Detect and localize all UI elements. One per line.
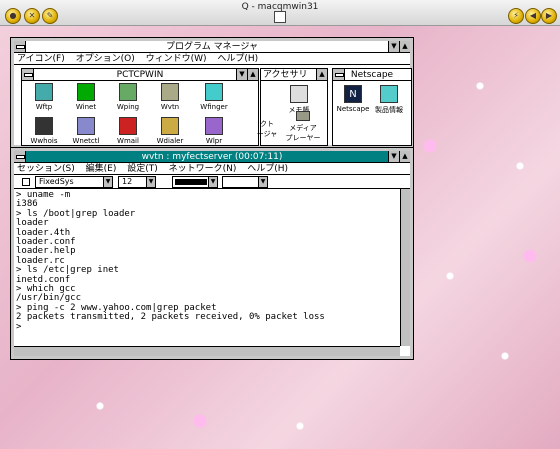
winet-icon[interactable]: Winet: [66, 83, 106, 111]
chevron-down-icon[interactable]: ▼: [146, 177, 155, 187]
minimize-button[interactable]: ▼: [388, 41, 399, 52]
terminal-vertical-scrollbar[interactable]: [400, 189, 410, 346]
cardfile-icon[interactable]: クト ージャ: [247, 119, 287, 139]
wvtn-icon[interactable]: Wvtn: [150, 83, 190, 111]
maximize-button[interactable]: ▲: [399, 41, 410, 52]
program-manager-caption[interactable]: プログラム マネージャ ▼ ▲: [14, 41, 410, 53]
netscape-app-icon[interactable]: N Netscape: [333, 85, 373, 113]
chevron-down-icon[interactable]: ▼: [103, 177, 112, 187]
menu-help[interactable]: ヘルプ(H): [247, 164, 288, 174]
wmail-icon[interactable]: Wmail: [108, 117, 148, 145]
group-minimize-button[interactable]: ▼: [236, 69, 247, 80]
netscape-group[interactable]: Netscape N Netscape 製品情報: [332, 68, 412, 146]
document-icon: [274, 11, 286, 23]
wnetctl-icon[interactable]: Wnetctl: [66, 117, 106, 145]
toolbar-checkbox[interactable]: [22, 178, 30, 186]
forward-icon[interactable]: ▶: [541, 8, 557, 24]
accessories-maximize-button[interactable]: ▲: [316, 69, 327, 80]
font-size-value: 12: [122, 177, 133, 186]
media-player-icon[interactable]: メディア プレーヤー: [283, 111, 323, 143]
terminal-line: loader: [16, 218, 49, 229]
program-manager-title: プログラム マネージャ: [166, 42, 258, 52]
program-manager-menubar: アイコン(F) オプション(O) ウィンドウ(W) ヘルプ(H): [14, 53, 410, 65]
mac-window-titlebar: ● ✕ ✎ Q - macqmwin31 ⚡ ◀ ▶: [0, 0, 560, 26]
menu-edit[interactable]: 編集(E): [86, 164, 117, 174]
pctcpwin-icons: Wftp Winet Wping Wvtn Wfinger Wwhois Wne…: [22, 81, 258, 145]
system-menu-icon[interactable]: [14, 41, 26, 52]
group-maximize-button[interactable]: ▲: [247, 69, 258, 80]
pctcpwin-caption[interactable]: PCTCPWIN ▼ ▲: [22, 69, 258, 81]
terminal-minimize-button[interactable]: ▼: [388, 151, 399, 162]
color-swatch: [175, 179, 207, 185]
terminal-horizontal-scrollbar[interactable]: [14, 346, 400, 356]
font-select[interactable]: FixedSys ▼: [35, 176, 113, 188]
menu-window[interactable]: ウィンドウ(W): [146, 54, 207, 64]
pctcpwin-group[interactable]: PCTCPWIN ▼ ▲ Wftp Winet Wping Wvtn Wfing…: [21, 68, 259, 146]
font-size-select[interactable]: 12 ▼: [118, 176, 156, 188]
product-info-icon[interactable]: 製品情報: [369, 85, 409, 115]
terminal-maximize-button[interactable]: ▲: [399, 151, 410, 162]
netscape-caption[interactable]: Netscape: [333, 69, 411, 81]
background-select[interactable]: ▼: [222, 176, 268, 188]
terminal-line: >: [16, 321, 22, 332]
accessories-caption[interactable]: アクセサリ ▲: [261, 69, 327, 81]
netscape-system-icon[interactable]: [333, 69, 345, 80]
terminal-line: > ls /boot|grep loader: [16, 208, 136, 219]
terminal-toolbar: FixedSys ▼ 12 ▼ ▼ ▼: [14, 175, 410, 189]
terminal-title: wvtn : myfectserver (00:07:11): [141, 152, 283, 162]
font-value: FixedSys: [39, 177, 74, 186]
terminal-line: > uname -m: [16, 190, 71, 200]
menu-network[interactable]: ネットワーク(N): [169, 164, 237, 174]
menu-icons[interactable]: アイコン(F): [17, 54, 65, 64]
menu-help[interactable]: ヘルプ(H): [217, 54, 258, 64]
screen: { "titlebar": {"title": "Q - macqmwin31"…: [0, 0, 560, 449]
pctcpwin-title: PCTCPWIN: [116, 70, 164, 80]
chevron-down-icon[interactable]: ▼: [258, 177, 267, 187]
color-select[interactable]: ▼: [172, 176, 218, 188]
terminal-window[interactable]: wvtn : myfectserver (00:07:11) ▼ ▲ セッション…: [10, 147, 414, 360]
netscape-title: Netscape: [350, 70, 394, 80]
menu-options[interactable]: オプション(O): [76, 54, 135, 64]
group-system-icon[interactable]: [22, 69, 34, 80]
wfinger-icon[interactable]: Wfinger: [194, 83, 234, 111]
terminal-caption[interactable]: wvtn : myfectserver (00:07:11) ▼ ▲: [14, 151, 410, 163]
back-icon[interactable]: ◀: [525, 8, 541, 24]
menu-settings[interactable]: 設定(T): [127, 164, 158, 174]
program-manager-window[interactable]: プログラム マネージャ ▼ ▲ アイコン(F) オプション(O) ウィンドウ(W…: [10, 37, 414, 149]
terminal-line: > ls /etc|grep inet: [16, 265, 119, 276]
menu-session[interactable]: セッション(S): [17, 164, 75, 174]
wwhois-icon[interactable]: Wwhois: [24, 117, 64, 145]
wdialer-icon[interactable]: Wdialer: [150, 117, 190, 145]
chevron-down-icon[interactable]: ▼: [208, 177, 217, 187]
accessories-group[interactable]: アクセサリ ▲ メモ帳 クト ージャ メディア プレーヤー: [257, 68, 328, 146]
lightning-icon[interactable]: ⚡: [508, 8, 524, 24]
terminal-line: 2 packets transmitted, 2 packets receive…: [16, 312, 325, 323]
wftp-icon[interactable]: Wftp: [24, 83, 64, 111]
wping-icon[interactable]: Wping: [108, 83, 148, 111]
terminal-system-menu-icon[interactable]: [14, 151, 26, 162]
wlpr-icon[interactable]: Wlpr: [194, 117, 234, 145]
terminal-menubar: セッション(S) 編集(E) 設定(T) ネットワーク(N) ヘルプ(H): [14, 163, 410, 175]
terminal-line: loader.help: [16, 246, 76, 257]
terminal-output[interactable]: > uname -m i386 > ls /boot|grep loader l…: [14, 189, 400, 346]
accessories-title: アクセサリ: [263, 70, 308, 80]
